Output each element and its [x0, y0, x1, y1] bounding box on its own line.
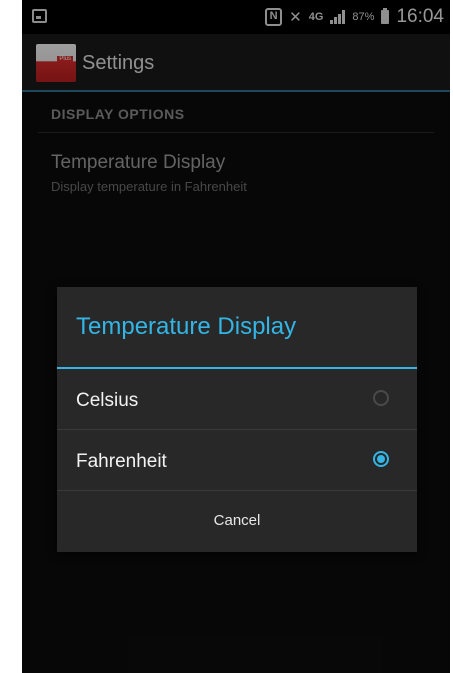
phone-screen: N ✕ 4G 87% 16:04 Settings DISPLAY OPTION… [22, 0, 450, 673]
option-fahrenheit[interactable]: Fahrenheit [57, 430, 417, 491]
option-label: Fahrenheit [76, 451, 167, 472]
radio-unchecked-icon[interactable] [373, 390, 389, 406]
temperature-dialog: Temperature Display Celsius Fahrenheit C… [57, 287, 417, 552]
option-celsius[interactable]: Celsius [57, 369, 417, 430]
dialog-title: Temperature Display [57, 287, 417, 369]
radio-checked-icon[interactable] [373, 451, 389, 467]
option-label: Celsius [76, 390, 139, 411]
cancel-button[interactable]: Cancel [57, 491, 417, 550]
